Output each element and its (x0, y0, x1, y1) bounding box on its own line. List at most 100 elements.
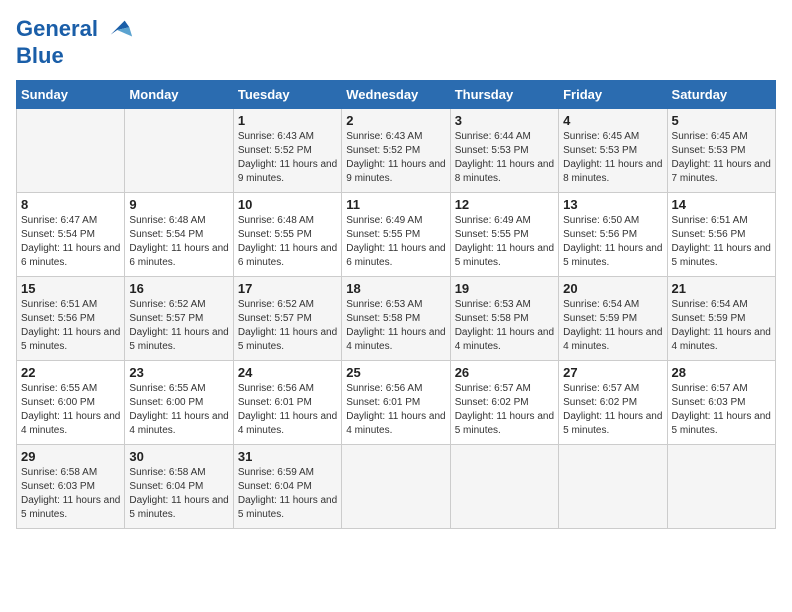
day-info: Sunrise: 6:43 AMSunset: 5:52 PMDaylight:… (238, 130, 337, 186)
day-number: 8 (21, 197, 120, 212)
calendar-cell: 16 Sunrise: 6:52 AMSunset: 5:57 PMDayligh… (125, 277, 233, 361)
day-number: 27 (563, 365, 662, 380)
calendar-cell (450, 445, 558, 529)
day-number: 15 (21, 281, 120, 296)
day-info: Sunrise: 6:52 AMSunset: 5:57 PMDaylight:… (129, 298, 228, 354)
day-header-sunday: Sunday (17, 81, 125, 109)
day-number: 28 (672, 365, 771, 380)
calendar-cell: 1 Sunrise: 6:43 AMSunset: 5:52 PMDaylight… (233, 109, 341, 193)
calendar-cell (17, 109, 125, 193)
calendar-cell: 18Sunrise: 6:53 AMSunset: 5:58 PMDayligh… (342, 277, 450, 361)
day-number: 26 (455, 365, 554, 380)
calendar-cell: 12Sunrise: 6:49 AMSunset: 5:55 PMDayligh… (450, 193, 558, 277)
day-number: 3 (455, 113, 554, 128)
day-header-saturday: Saturday (667, 81, 775, 109)
calendar-cell: 14 Sunrise: 6:51 AMSunset: 5:56 PMDayligh… (667, 193, 775, 277)
day-number: 23 (129, 365, 228, 380)
day-header-friday: Friday (559, 81, 667, 109)
calendar-header: SundayMondayTuesdayWednesdayThursdayFrid… (17, 81, 776, 109)
day-number: 14 (672, 197, 771, 212)
day-number: 5 (672, 113, 771, 128)
day-info: Sunrise: 6:49 AMSunset: 5:55 PMDaylight:… (346, 214, 445, 270)
calendar-cell: 22 Sunrise: 6:55 AMSunset: 6:00 PMDayligh… (17, 361, 125, 445)
day-number: 13 (563, 197, 662, 212)
day-number: 30 (129, 449, 228, 464)
calendar-cell: 20 Sunrise: 6:54 AMSunset: 5:59 PMDayligh… (559, 277, 667, 361)
calendar-cell: 19 Sunrise: 6:53 AMSunset: 5:58 PMDayligh… (450, 277, 558, 361)
day-info: Sunrise: 6:55 AMSunset: 6:00 PMDaylight:… (21, 382, 120, 438)
day-info: Sunrise: 6:57 AMSunset: 6:03 PMDaylight:… (672, 382, 771, 438)
day-info: Sunrise: 6:48 AMSunset: 5:55 PMDaylight:… (238, 214, 337, 270)
day-info: Sunrise: 6:59 AMSunset: 6:04 PMDaylight:… (238, 466, 337, 522)
calendar-cell: 17 Sunrise: 6:52 AMSunset: 5:57 PMDayligh… (233, 277, 341, 361)
calendar-week-2: 8 Sunrise: 6:47 AMSunset: 5:54 PMDaylight… (17, 193, 776, 277)
day-info: Sunrise: 6:54 AMSunset: 5:59 PMDaylight:… (672, 298, 771, 354)
day-info: Sunrise: 6:45 AMSunset: 5:53 PMDaylight:… (563, 130, 662, 186)
calendar-cell (125, 109, 233, 193)
day-number: 10 (238, 197, 337, 212)
logo-text: General (16, 16, 134, 44)
calendar-cell: 2 Sunrise: 6:43 AMSunset: 5:52 PMDaylight… (342, 109, 450, 193)
day-info: Sunrise: 6:53 AMSunset: 5:58 PMDaylight:… (455, 298, 554, 354)
day-number: 17 (238, 281, 337, 296)
calendar-cell: 29Sunrise: 6:58 AMSunset: 6:03 PMDayligh… (17, 445, 125, 529)
calendar-cell: 15 Sunrise: 6:51 AMSunset: 5:56 PMDayligh… (17, 277, 125, 361)
header-row: SundayMondayTuesdayWednesdayThursdayFrid… (17, 81, 776, 109)
day-number: 1 (238, 113, 337, 128)
day-header-thursday: Thursday (450, 81, 558, 109)
day-number: 22 (21, 365, 120, 380)
day-header-wednesday: Wednesday (342, 81, 450, 109)
day-number: 18 (346, 281, 445, 296)
calendar-cell: 11 Sunrise: 6:49 AMSunset: 5:55 PMDayligh… (342, 193, 450, 277)
day-number: 19 (455, 281, 554, 296)
day-number: 11 (346, 197, 445, 212)
day-number: 4 (563, 113, 662, 128)
day-info: Sunrise: 6:54 AMSunset: 5:59 PMDaylight:… (563, 298, 662, 354)
day-number: 2 (346, 113, 445, 128)
calendar-cell: 10 Sunrise: 6:48 AMSunset: 5:55 PMDayligh… (233, 193, 341, 277)
day-info: Sunrise: 6:56 AMSunset: 6:01 PMDaylight:… (238, 382, 337, 438)
calendar-cell (667, 445, 775, 529)
calendar-cell: 9Sunrise: 6:48 AMSunset: 5:54 PMDaylight… (125, 193, 233, 277)
logo: General Blue (16, 16, 134, 68)
calendar-week-4: 22 Sunrise: 6:55 AMSunset: 6:00 PMDayligh… (17, 361, 776, 445)
day-info: Sunrise: 6:47 AMSunset: 5:54 PMDaylight:… (21, 214, 120, 270)
day-number: 20 (563, 281, 662, 296)
calendar-cell: 13 Sunrise: 6:50 AMSunset: 5:56 PMDayligh… (559, 193, 667, 277)
day-info: Sunrise: 6:51 AMSunset: 5:56 PMDaylight:… (672, 214, 771, 270)
logo-icon (106, 16, 134, 44)
calendar-cell: 25 Sunrise: 6:56 AMSunset: 6:01 PMDayligh… (342, 361, 450, 445)
calendar-cell: 31 Sunrise: 6:59 AMSunset: 6:04 PMDayligh… (233, 445, 341, 529)
day-header-monday: Monday (125, 81, 233, 109)
day-number: 16 (129, 281, 228, 296)
day-info: Sunrise: 6:57 AMSunset: 6:02 PMDaylight:… (563, 382, 662, 438)
day-number: 24 (238, 365, 337, 380)
calendar-cell: 24 Sunrise: 6:56 AMSunset: 6:01 PMDayligh… (233, 361, 341, 445)
calendar-cell (342, 445, 450, 529)
day-header-tuesday: Tuesday (233, 81, 341, 109)
day-info: Sunrise: 6:50 AMSunset: 5:56 PMDaylight:… (563, 214, 662, 270)
calendar-cell: 21Sunrise: 6:54 AMSunset: 5:59 PMDayligh… (667, 277, 775, 361)
day-info: Sunrise: 6:43 AMSunset: 5:52 PMDaylight:… (346, 130, 445, 186)
logo-general: General (16, 16, 98, 41)
calendar-cell: 5 Sunrise: 6:45 AMSunset: 5:53 PMDaylight… (667, 109, 775, 193)
header: General Blue (16, 16, 776, 68)
calendar-week-3: 15 Sunrise: 6:51 AMSunset: 5:56 PMDayligh… (17, 277, 776, 361)
day-number: 12 (455, 197, 554, 212)
day-number: 31 (238, 449, 337, 464)
calendar-cell: 30Sunrise: 6:58 AMSunset: 6:04 PMDayligh… (125, 445, 233, 529)
calendar-week-1: 1 Sunrise: 6:43 AMSunset: 5:52 PMDaylight… (17, 109, 776, 193)
day-info: Sunrise: 6:45 AMSunset: 5:53 PMDaylight:… (672, 130, 771, 186)
day-info: Sunrise: 6:57 AMSunset: 6:02 PMDaylight:… (455, 382, 554, 438)
logo-blue: Blue (16, 44, 134, 68)
day-info: Sunrise: 6:51 AMSunset: 5:56 PMDaylight:… (21, 298, 120, 354)
day-info: Sunrise: 6:56 AMSunset: 6:01 PMDaylight:… (346, 382, 445, 438)
calendar-cell: 28 Sunrise: 6:57 AMSunset: 6:03 PMDayligh… (667, 361, 775, 445)
day-number: 25 (346, 365, 445, 380)
day-info: Sunrise: 6:55 AMSunset: 6:00 PMDaylight:… (129, 382, 228, 438)
calendar-cell: 8 Sunrise: 6:47 AMSunset: 5:54 PMDaylight… (17, 193, 125, 277)
day-info: Sunrise: 6:52 AMSunset: 5:57 PMDaylight:… (238, 298, 337, 354)
day-number: 29 (21, 449, 120, 464)
day-info: Sunrise: 6:44 AMSunset: 5:53 PMDaylight:… (455, 130, 554, 186)
calendar-cell: 23 Sunrise: 6:55 AMSunset: 6:00 PMDayligh… (125, 361, 233, 445)
